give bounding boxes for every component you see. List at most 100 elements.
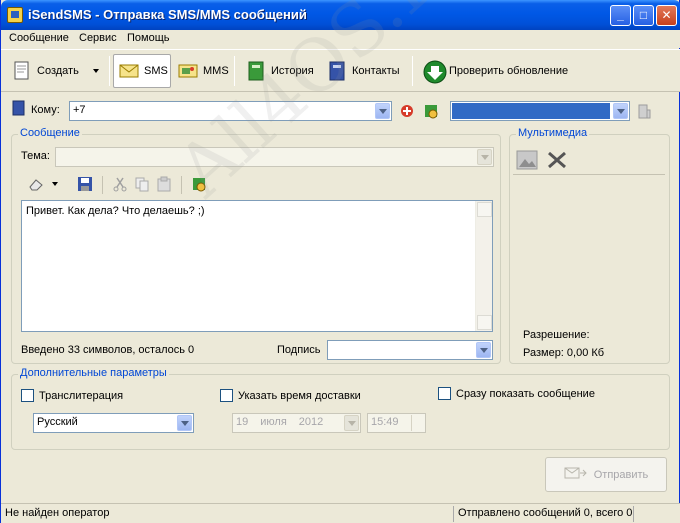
check-update-button[interactable]: Проверить обновление (419, 54, 572, 88)
mms-label: MMS (203, 65, 229, 77)
subject-input[interactable] (55, 147, 494, 167)
language-value: Русский (37, 416, 78, 428)
history-label: История (271, 65, 314, 77)
copy-icon[interactable] (134, 176, 150, 195)
add-contact-icon[interactable] (399, 103, 415, 122)
multimedia-divider (513, 174, 665, 175)
history-button[interactable]: История (241, 54, 318, 88)
new-document-icon (11, 60, 33, 82)
status-divider (633, 506, 634, 522)
signature-label: Подпись (277, 344, 321, 356)
title-bar[interactable]: iSendSMS - Отправка SMS/MMS сообщений _ … (1, 0, 680, 30)
date-dropdown-button[interactable] (344, 415, 359, 431)
delivery-checkbox[interactable] (220, 389, 233, 402)
scroll-down-button[interactable] (477, 315, 492, 330)
image-placeholder-icon[interactable] (515, 149, 539, 174)
sms-button[interactable]: SMS (113, 54, 171, 88)
mms-envelope-icon (177, 60, 199, 82)
window-title: iSendSMS - Отправка SMS/MMS сообщений (28, 7, 307, 22)
flash-label: Сразу показать сообщение (456, 387, 595, 400)
toolbar-divider (234, 56, 235, 86)
delete-x-icon[interactable] (546, 150, 568, 173)
message-group-title: Сообщение (18, 127, 82, 139)
building-icon (636, 103, 652, 122)
eraser-icon[interactable] (27, 176, 45, 195)
size-label: Размер: 0,00 Кб (523, 347, 605, 359)
translit-label: Транслитерация (39, 389, 124, 402)
char-counter: Введено 33 символов, осталось 0 (21, 344, 195, 356)
check-update-label: Проверить обновление (449, 65, 569, 77)
date-month: июля (260, 416, 287, 428)
toolbar: Создать SMS MMS История Контакты Провери… (1, 49, 680, 92)
subject-label: Тема: (21, 150, 50, 162)
options-group: Дополнительные параметры (11, 367, 670, 450)
app-window: iSendSMS - Отправка SMS/MMS сообщений _ … (0, 0, 680, 523)
recipient-input[interactable]: +7 (69, 101, 392, 121)
download-arrow-icon (423, 60, 447, 84)
multimedia-group-title: Мультимедиа (516, 127, 590, 139)
account-dropdown-button[interactable] (613, 103, 628, 119)
delivery-label: Указать время доставки (238, 389, 361, 402)
maximize-button[interactable]: □ (633, 5, 654, 26)
minimize-button[interactable]: _ (610, 5, 631, 26)
contact-group-icon[interactable] (423, 103, 439, 122)
scroll-up-button[interactable] (477, 202, 492, 217)
resolution-label: Разрешение: (523, 329, 590, 341)
message-toolbar (27, 175, 207, 195)
contacts-label: Контакты (352, 65, 400, 77)
status-sent: Отправлено сообщений 0, всего 0 (458, 507, 633, 519)
delivery-checkbox-row[interactable]: Указать время доставки (220, 389, 361, 402)
sms-envelope-icon (118, 60, 140, 82)
delivery-date-picker[interactable]: 19 июля 2012 (232, 413, 361, 433)
contacts-button[interactable]: Контакты (322, 54, 404, 88)
eraser-dropdown-icon[interactable] (51, 179, 59, 191)
send-envelope-icon (564, 466, 588, 483)
recipient-label: Кому: (31, 104, 60, 116)
delivery-time-input[interactable]: 15:49 (367, 413, 426, 433)
create-button[interactable]: Создать (7, 54, 105, 88)
recipient-value: +7 (73, 104, 86, 116)
save-icon[interactable] (77, 176, 93, 195)
toolbar-divider (109, 56, 110, 86)
contacts-book-icon (326, 60, 348, 82)
options-group-title: Дополнительные параметры (18, 367, 169, 379)
menu-help[interactable]: Помощь (127, 32, 170, 44)
date-day: 19 (236, 416, 249, 428)
message-scrollbar[interactable] (475, 201, 492, 331)
signature-dropdown-button[interactable] (476, 342, 491, 358)
status-operator: Не найден оператор (5, 507, 110, 519)
flash-checkbox-row[interactable]: Сразу показать сообщение (438, 387, 595, 400)
language-dropdown-button[interactable] (177, 415, 192, 431)
send-button[interactable]: Отправить (545, 457, 667, 492)
cut-icon[interactable] (112, 176, 128, 195)
account-select[interactable] (450, 101, 630, 121)
history-book-icon (245, 60, 267, 82)
recipient-row: Кому: +7 (1, 100, 680, 122)
sms-label: SMS (144, 65, 168, 77)
send-label: Отправить (593, 468, 649, 481)
contact-book-small-icon (11, 100, 27, 116)
language-select[interactable]: Русский (33, 413, 194, 433)
mms-button[interactable]: MMS (173, 54, 233, 88)
date-year: 2012 (298, 416, 324, 428)
create-label: Создать (37, 65, 79, 77)
translit-checkbox-row[interactable]: Транслитерация (21, 389, 123, 402)
toolbar-divider (412, 56, 413, 86)
menu-service[interactable]: Сервис (79, 32, 117, 44)
translit-checkbox[interactable] (21, 389, 34, 402)
message-body-textarea[interactable]: Привет. Как дела? Что делаешь? ;) (21, 200, 493, 332)
menu-message[interactable]: Сообщение (9, 32, 69, 44)
chevron-down-icon[interactable] (91, 66, 101, 76)
paste-icon[interactable] (156, 176, 172, 195)
contact-group-icon[interactable] (191, 176, 207, 195)
recipient-dropdown-button[interactable] (375, 103, 390, 119)
time-spinner[interactable] (411, 415, 424, 431)
subject-dropdown-button[interactable] (477, 149, 492, 165)
menu-bar: Сообщение Сервис Помощь (1, 30, 680, 48)
message-body-text: Привет. Как дела? Что делаешь? ;) (26, 205, 205, 217)
status-divider (453, 506, 454, 522)
account-select-value (452, 103, 610, 119)
close-button[interactable]: ✕ (656, 5, 677, 26)
flash-checkbox[interactable] (438, 387, 451, 400)
signature-select[interactable] (327, 340, 493, 360)
